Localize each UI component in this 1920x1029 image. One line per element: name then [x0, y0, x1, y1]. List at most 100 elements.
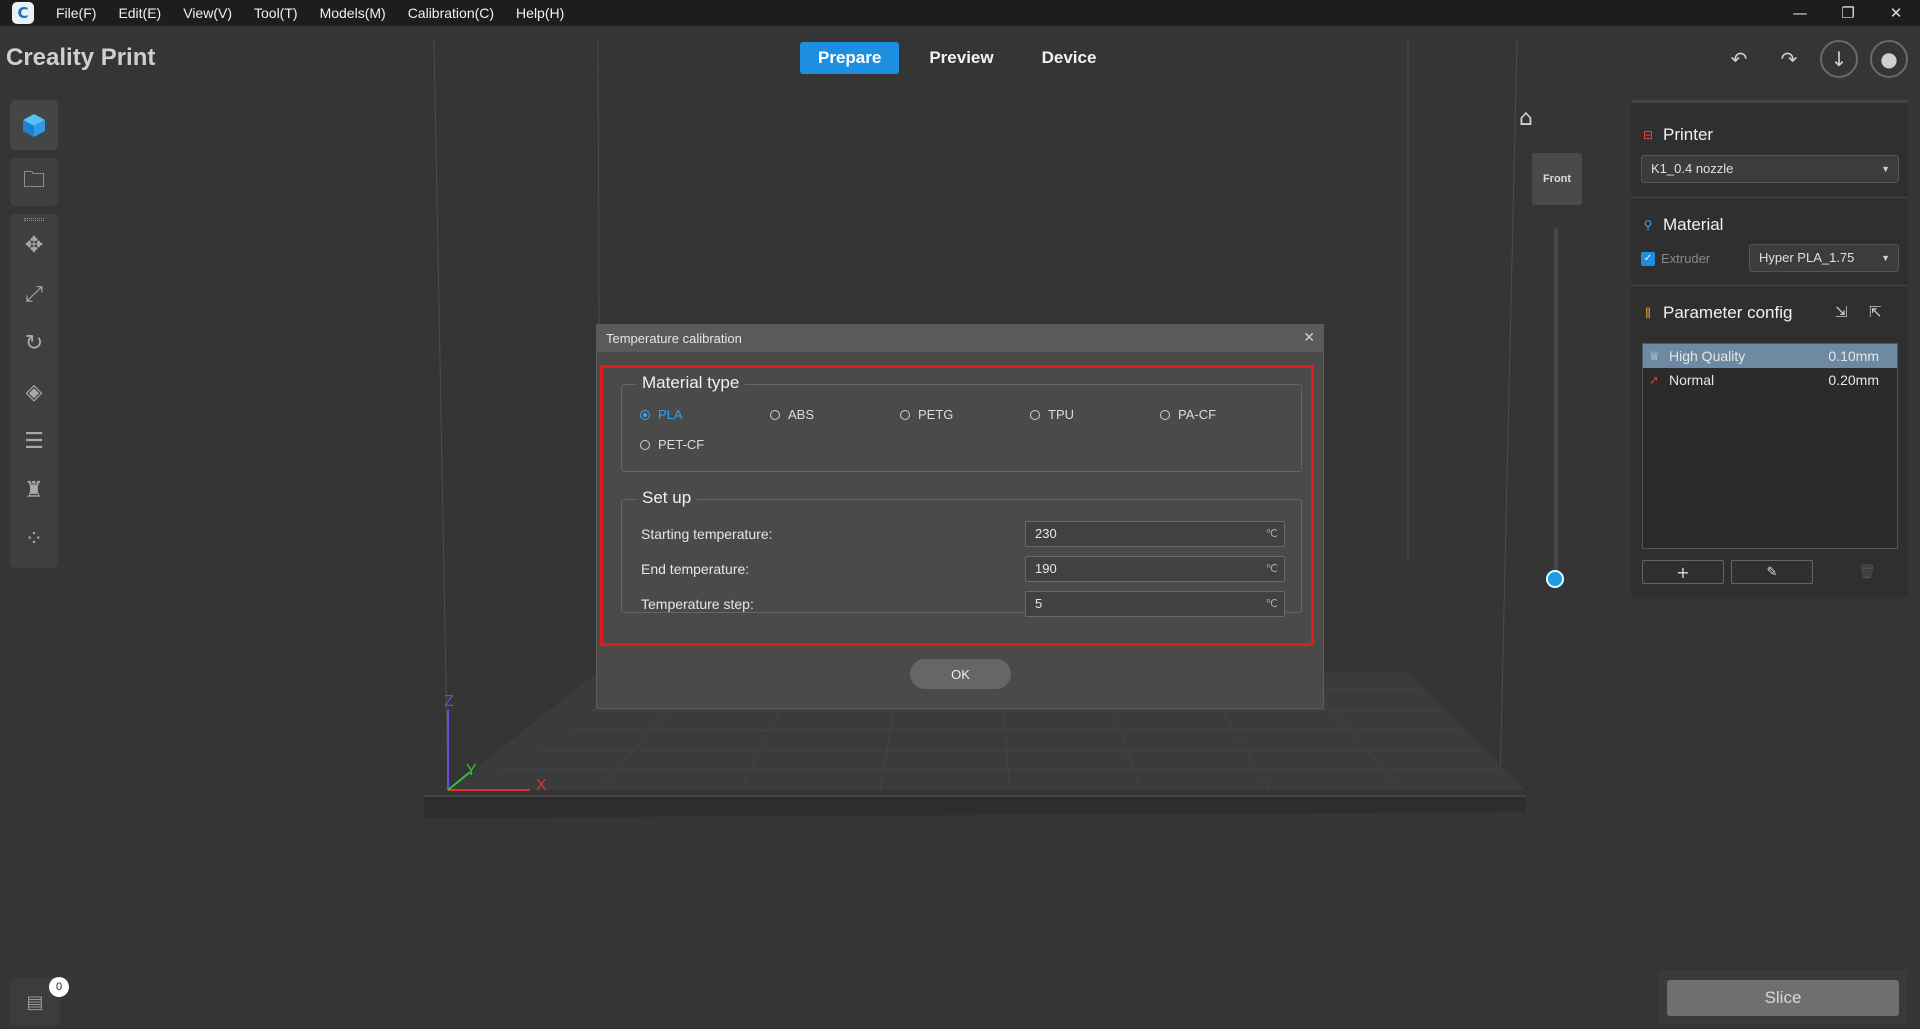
material-select[interactable]: Hyper PLA_1.75 ▼	[1749, 244, 1899, 272]
ok-button[interactable]: OK	[910, 659, 1011, 689]
profile-name: Normal	[1669, 372, 1715, 388]
radio-dot	[640, 439, 650, 450]
minimize-icon[interactable]: —	[1776, 0, 1824, 26]
radio-tpu[interactable]: TPU	[1030, 407, 1074, 422]
field-label: Starting temperature:	[641, 526, 773, 542]
profile-row[interactable]: ➚ Normal 0.20mm	[1643, 368, 1897, 392]
menu-view[interactable]: View(V)	[183, 5, 232, 21]
field-label: End temperature:	[641, 561, 750, 577]
edit-tools-toolbar: ✥ ⤢ ↻ ◈ ☰ ♜ ⁘	[10, 214, 58, 568]
menu-models[interactable]: Models(M)	[320, 5, 386, 21]
slice-area: Slice	[1659, 970, 1907, 1024]
radio-pa-cf[interactable]: PA-CF	[1160, 407, 1216, 422]
chevron-down-icon: ▼	[1881, 253, 1890, 263]
lay-flat-icon[interactable]: ◈	[10, 368, 58, 417]
menu-edit[interactable]: Edit(E)	[118, 5, 161, 21]
profile-value: 0.20mm	[1828, 372, 1879, 388]
parameters-icon: ⫼	[1645, 305, 1651, 320]
download-icon[interactable]: ↓	[1820, 40, 1858, 78]
material-icon: ⚲	[1643, 218, 1653, 232]
chevron-down-icon: ▼	[1881, 164, 1890, 174]
temperature-step-input[interactable]: 5 ℃	[1025, 591, 1285, 617]
document-icon: ▤	[26, 991, 44, 1013]
tab-prepare[interactable]: Prepare	[800, 42, 900, 74]
window-controls: — ❐ ✕	[1776, 0, 1920, 26]
user-account-icon[interactable]: ●	[1870, 40, 1908, 78]
starting-temperature-input[interactable]: 230 ℃	[1025, 521, 1285, 547]
undo-icon[interactable]: ↶	[1720, 40, 1758, 78]
radio-petg[interactable]: PETG	[900, 407, 953, 422]
radio-dot	[770, 409, 780, 420]
layer-slider-track[interactable]	[1554, 228, 1558, 578]
radio-pla[interactable]: PLA	[640, 407, 683, 422]
add-model-button[interactable]	[10, 100, 58, 150]
move-icon[interactable]: ✥	[10, 221, 58, 270]
parameter-config-title: ⫼ Parameter config	[1641, 303, 1792, 323]
brand-title: Creality Print	[6, 44, 156, 71]
menu-calibration[interactable]: Calibration(C)	[408, 5, 494, 21]
extruder-checkbox[interactable]: ✓ Extruder	[1641, 251, 1710, 266]
slice-button[interactable]: Slice	[1667, 980, 1899, 1016]
restore-icon[interactable]: ❐	[1824, 0, 1872, 26]
unit-label: ℃	[1265, 528, 1278, 540]
profile-name: High Quality	[1669, 348, 1746, 364]
menu-file[interactable]: File(F)	[56, 5, 96, 21]
tab-preview[interactable]: Preview	[911, 42, 1011, 74]
printer-select[interactable]: K1_0.4 nozzle ▼	[1641, 155, 1899, 183]
unit-label: ℃	[1265, 598, 1278, 610]
radio-pet-cf[interactable]: PET-CF	[640, 437, 704, 452]
plus-icon: +	[1676, 562, 1690, 582]
material-selected-value: Hyper PLA_1.75	[1759, 250, 1855, 265]
app-logo-icon: C	[12, 2, 34, 24]
material-title: Material	[1663, 215, 1724, 234]
layer-slider-thumb[interactable]	[1546, 570, 1564, 588]
object-list-icon[interactable]: ☰	[10, 417, 58, 466]
material-type-legend: Material type	[636, 373, 746, 393]
arrange-icon[interactable]: ⁘	[10, 515, 58, 564]
printer-icon: ⊟	[1642, 128, 1654, 142]
checkbox-checked-icon: ✓	[1641, 251, 1655, 266]
radio-abs[interactable]: ABS	[770, 407, 814, 422]
support-icon[interactable]: ♜	[10, 466, 58, 515]
profile-row[interactable]: ♕ High Quality 0.10mm	[1643, 344, 1897, 368]
material-section-title: ⚲ Material	[1641, 215, 1724, 235]
x-axis-label: X	[536, 777, 547, 794]
radio-dot	[1030, 409, 1040, 420]
setup-legend: Set up	[636, 488, 698, 508]
export-config-icon[interactable]: ⇱	[1869, 303, 1882, 321]
header-actions: ↶ ↷ ↓ ●	[1720, 40, 1908, 78]
menu-tool[interactable]: Tool(T)	[254, 5, 298, 21]
rocket-icon: ➚	[1649, 373, 1660, 387]
redo-icon[interactable]: ↷	[1770, 40, 1808, 78]
header-bar: Creality Print Prepare Preview Device ↶ …	[0, 26, 1920, 92]
scale-icon[interactable]: ⤢	[10, 270, 58, 319]
printer-selected-value: K1_0.4 nozzle	[1651, 161, 1734, 176]
menu-help[interactable]: Help(H)	[516, 5, 564, 21]
starting-temperature-row: Starting temperature: 230 ℃	[641, 521, 1285, 547]
end-temperature-input[interactable]: 190 ℃	[1025, 556, 1285, 582]
field-label: Temperature step:	[641, 596, 754, 612]
dialog-title: Temperature calibration	[606, 331, 742, 346]
printer-section-title: ⊟ Printer	[1641, 125, 1713, 145]
end-temperature-row: End temperature: 190 ℃	[641, 556, 1285, 582]
extruder-label: Extruder	[1661, 251, 1711, 266]
profile-list: ♕ High Quality 0.10mm ➚ Normal 0.20mm	[1642, 343, 1898, 549]
y-axis-label: Y	[466, 762, 477, 779]
parameter-config-label: Parameter config	[1663, 303, 1793, 322]
delete-profile-icon[interactable]: 🗑	[1837, 560, 1897, 584]
temperature-step-row: Temperature step: 5 ℃	[641, 591, 1285, 617]
rotate-icon[interactable]: ↻	[10, 319, 58, 368]
edit-profile-button[interactable]: ✎	[1731, 560, 1813, 584]
add-profile-button[interactable]: +	[1642, 560, 1724, 584]
home-view-icon[interactable]: ⌂	[1519, 106, 1533, 131]
radio-dot	[640, 409, 650, 420]
temperature-calibration-dialog: Temperature calibration ✕ Material type …	[596, 324, 1324, 709]
edit-icon: ✎	[1766, 564, 1778, 580]
close-icon[interactable]: ✕	[1303, 325, 1315, 352]
view-cube-front[interactable]: Front	[1532, 153, 1582, 205]
dialog-title-bar: Temperature calibration ✕	[597, 325, 1323, 352]
close-window-icon[interactable]: ✕	[1872, 0, 1920, 26]
open-file-button[interactable]: 🗀	[10, 158, 58, 206]
import-config-icon[interactable]: ⇲	[1835, 303, 1848, 321]
tab-device[interactable]: Device	[1024, 42, 1115, 74]
